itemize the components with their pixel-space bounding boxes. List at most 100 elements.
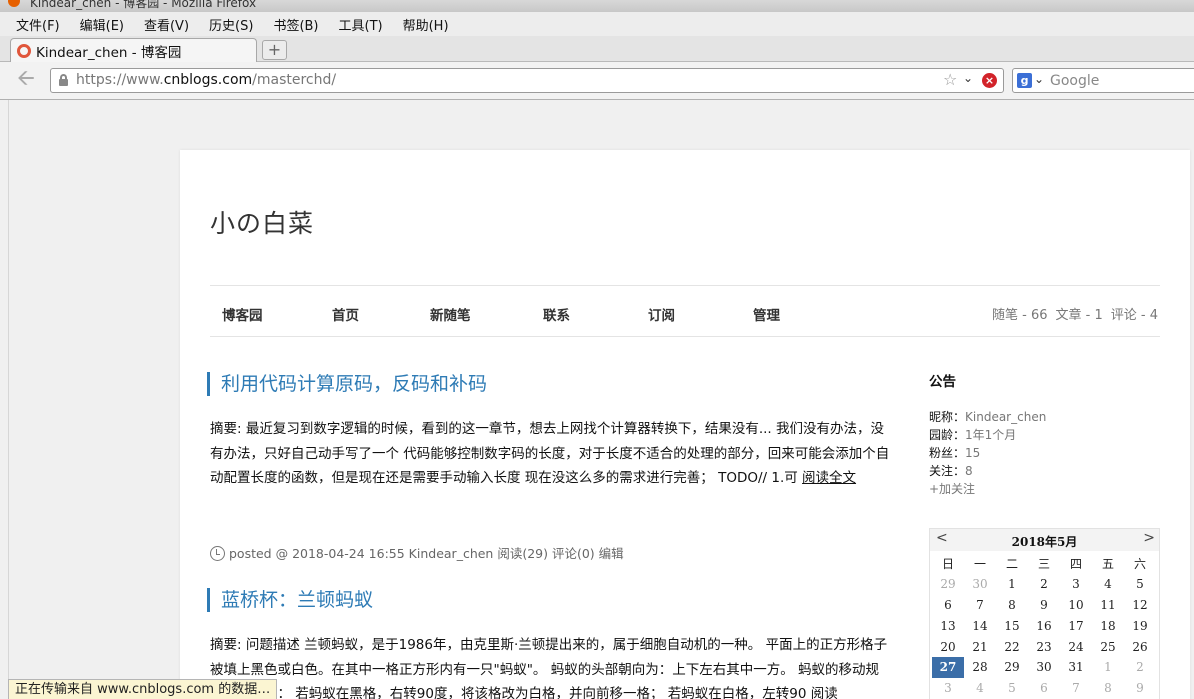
calendar-day: 22 bbox=[1004, 639, 1020, 654]
weekday-label: 六 bbox=[1133, 556, 1146, 571]
calendar-day: 4 bbox=[976, 681, 984, 696]
calendar-day: 10 bbox=[1068, 597, 1084, 612]
weekday-label: 三 bbox=[1037, 556, 1050, 571]
calendar-day: 19 bbox=[1132, 618, 1148, 633]
search-input[interactable]: Google bbox=[1050, 73, 1099, 89]
menu-bookmarks[interactable]: 书签(B) bbox=[273, 15, 318, 34]
calendar-day: 3 bbox=[1072, 577, 1080, 592]
calendar-next-icon[interactable]: > bbox=[1143, 530, 1155, 546]
blog-age-value[interactable]: 1年1个月 bbox=[965, 428, 1016, 442]
nickname-link[interactable]: Kindear_chen bbox=[965, 410, 1046, 424]
calendar-day: 26 bbox=[1132, 639, 1148, 654]
calendar-day: 5 bbox=[1008, 681, 1016, 696]
calendar-day: 20 bbox=[940, 639, 956, 654]
calendar-day: 5 bbox=[1136, 577, 1144, 592]
menu-file[interactable]: 文件(F) bbox=[16, 15, 60, 34]
menu-edit[interactable]: 编辑(E) bbox=[80, 15, 124, 34]
calendar-day: 2 bbox=[1040, 577, 1048, 592]
weekday-label: 五 bbox=[1101, 556, 1114, 571]
calendar-day: 6 bbox=[1040, 681, 1048, 696]
stat-articles: 文章 - 1 bbox=[1055, 308, 1103, 323]
menu-help[interactable]: 帮助(H) bbox=[403, 15, 449, 34]
history-dropdown-icon[interactable]: ⌄ bbox=[963, 71, 973, 85]
calendar-day: 9 bbox=[1136, 681, 1144, 696]
blog-page: 小の白菜 博客园 首页 新随笔 联系 订阅 管理 随笔 - 66 文章 - 1 评论… bbox=[180, 150, 1190, 699]
tab-cnblogs[interactable]: Kindear_chen - 博客园 bbox=[10, 38, 257, 63]
calendar-day: 7 bbox=[1072, 681, 1080, 696]
nav-home[interactable]: 首页 bbox=[332, 304, 359, 324]
window-titlebar: Kindear_chen - 博客园 - Mozilla Firefox bbox=[0, 0, 1194, 12]
navigation-toolbar: 🡨 https://www.cnblogs.com/masterchd/ ☆ ⌄… bbox=[0, 62, 1194, 100]
stop-icon[interactable]: × bbox=[982, 73, 997, 88]
blog-title[interactable]: 小の白菜 bbox=[210, 204, 314, 240]
bookmark-star-icon[interactable]: ☆ bbox=[943, 70, 957, 89]
tab-strip: Kindear_chen - 博客园 + bbox=[0, 36, 1194, 63]
calendar-day: 9 bbox=[1040, 597, 1048, 612]
follow-link[interactable]: +加关注 bbox=[929, 480, 1161, 498]
tab-label: Kindear_chen - 博客园 bbox=[36, 45, 182, 61]
read-more-link[interactable]: 阅读全文 bbox=[802, 470, 856, 486]
calendar-day: 28 bbox=[972, 660, 988, 675]
calendar-day: 7 bbox=[976, 597, 984, 612]
stat-posts: 随笔 - 66 bbox=[992, 308, 1048, 323]
post-meta: posted @ 2018-04-24 16:55 Kindear_chen 阅… bbox=[210, 543, 624, 562]
nav-manage[interactable]: 管理 bbox=[753, 304, 780, 324]
calendar-day: 1 bbox=[1104, 660, 1112, 675]
weekday-label: 一 bbox=[973, 556, 986, 571]
content-left-border bbox=[8, 100, 9, 699]
nav-subscribe[interactable]: 订阅 bbox=[648, 304, 675, 324]
post-title[interactable]: 利用代码计算原码，反码和补码 bbox=[207, 372, 487, 396]
url-text[interactable]: https://www.cnblogs.com/masterchd/ bbox=[76, 72, 336, 88]
post-summary: 摘要: 最近复习到数字逻辑的时候，看到的这一章节，想去上网找个计算器转换下，结果… bbox=[210, 421, 890, 486]
engine-dropdown-icon[interactable]: ⌄ bbox=[1034, 72, 1044, 86]
fans-value[interactable]: 15 bbox=[965, 446, 980, 460]
calendar-day: 21 bbox=[972, 639, 988, 654]
menu-view[interactable]: 查看(V) bbox=[144, 15, 189, 34]
calendar-grid: 日 一 二 三 四 五 六 29 30 1 2 3 4 5 6 7 8 9 10… bbox=[932, 553, 1156, 699]
calendar-day: 30 bbox=[972, 577, 988, 592]
calendar-header: < 2018年5月 > bbox=[930, 529, 1159, 551]
calendar-day: 15 bbox=[1004, 618, 1020, 633]
calendar-day: 4 bbox=[1104, 577, 1112, 592]
url-bar[interactable]: https://www.cnblogs.com/masterchd/ ☆ ⌄ × bbox=[50, 68, 1004, 93]
stat-comments: 评论 - 4 bbox=[1110, 308, 1158, 323]
menubar: 文件(F) 编辑(E) 查看(V) 历史(S) 书签(B) 工具(T) 帮助(H… bbox=[0, 12, 1194, 36]
calendar-day: 29 bbox=[940, 577, 956, 592]
window-title: Kindear_chen - 博客园 - Mozilla Firefox bbox=[30, 0, 257, 10]
calendar-day: 3 bbox=[944, 681, 952, 696]
nav-cnblogs[interactable]: 博客园 bbox=[222, 304, 263, 324]
post-title[interactable]: 蓝桥杯：兰顿蚂蚁 bbox=[207, 588, 373, 612]
calendar-day: 18 bbox=[1100, 618, 1116, 633]
blog-stats: 随笔 - 66 文章 - 1 评论 - 4 bbox=[984, 304, 1158, 323]
calendar-day: 14 bbox=[972, 618, 988, 633]
menu-tools[interactable]: 工具(T) bbox=[339, 15, 383, 34]
clock-icon bbox=[210, 546, 225, 561]
google-engine-icon[interactable]: g bbox=[1017, 73, 1032, 88]
nickname-row: 昵称：Kindear_chen bbox=[929, 410, 1047, 424]
web-content: 小の白菜 博客园 首页 新随笔 联系 订阅 管理 随笔 - 66 文章 - 1 评论… bbox=[0, 100, 1194, 699]
calendar-day: 29 bbox=[1004, 660, 1020, 675]
menu-history[interactable]: 历史(S) bbox=[209, 15, 253, 34]
cnblogs-favicon-icon bbox=[17, 44, 31, 58]
calendar-day: 12 bbox=[1132, 597, 1148, 612]
following-value[interactable]: 8 bbox=[965, 464, 973, 478]
lock-icon bbox=[59, 74, 68, 86]
blog-nav: 博客园 首页 新随笔 联系 订阅 管理 随笔 - 66 文章 - 1 评论 - 4 bbox=[210, 304, 1160, 328]
back-arrow-icon[interactable]: 🡨 bbox=[17, 68, 39, 90]
calendar-day: 24 bbox=[1068, 639, 1084, 654]
calendar-today[interactable]: 27 bbox=[932, 656, 964, 678]
weekday-label: 四 bbox=[1069, 556, 1082, 571]
new-tab-button[interactable]: + bbox=[262, 40, 287, 60]
calendar-day: 1 bbox=[1008, 577, 1016, 592]
calendar-day: 23 bbox=[1036, 639, 1052, 654]
calendar-day: 13 bbox=[940, 618, 956, 633]
calendar-day: 16 bbox=[1036, 618, 1052, 633]
nav-bottom-divider bbox=[210, 336, 1160, 337]
calendar-day: 17 bbox=[1068, 618, 1084, 633]
search-bar[interactable]: g ⌄ Google bbox=[1012, 68, 1194, 93]
nav-new-post[interactable]: 新随笔 bbox=[430, 304, 471, 324]
firefox-icon bbox=[8, 0, 20, 7]
nav-contact[interactable]: 联系 bbox=[543, 304, 570, 324]
following-row: 关注：8 bbox=[929, 464, 973, 478]
calendar-day: 31 bbox=[1068, 660, 1084, 675]
